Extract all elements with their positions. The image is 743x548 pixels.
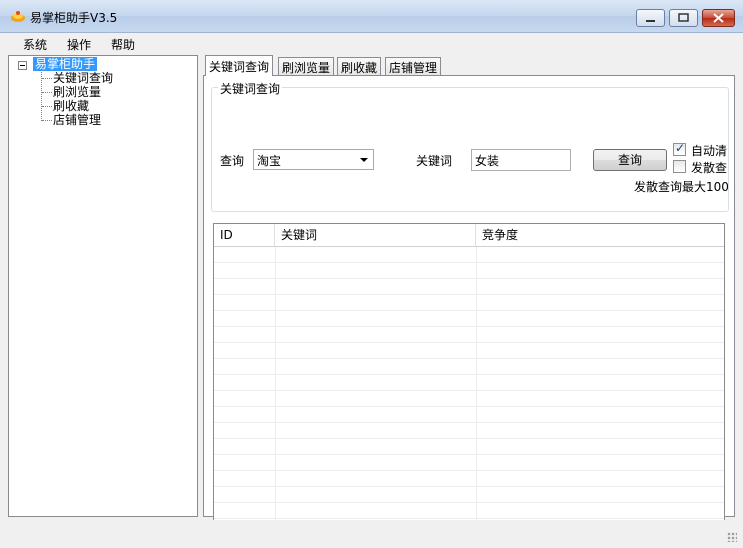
- tab-brush-favorites[interactable]: 刷收藏: [337, 57, 382, 75]
- column-header-competition[interactable]: 竞争度: [476, 224, 724, 246]
- keyword-input[interactable]: [471, 149, 571, 171]
- platform-select[interactable]: 淘宝: [253, 149, 374, 170]
- maximize-button[interactable]: [669, 9, 698, 27]
- grid-empty-rows: [214, 247, 724, 528]
- tree-connector: [42, 106, 52, 107]
- query-label: 查询: [220, 154, 245, 168]
- minimize-button[interactable]: [636, 9, 665, 27]
- group-title: 关键词查询: [218, 80, 283, 97]
- tab-content: 关键词查询 查询 淘宝 关键词 查询 ✓ 自动清 发散查 发散查询最大100 I…: [203, 75, 735, 529]
- menu-bar: 系统 操作 帮助: [0, 33, 743, 54]
- spread-query-checkbox[interactable]: [673, 160, 686, 173]
- tree-root-node[interactable]: 易掌柜助手: [33, 57, 98, 71]
- menu-operate[interactable]: 操作: [67, 36, 91, 53]
- dropdown-arrow-icon: [360, 158, 368, 162]
- resize-grip-icon[interactable]: [727, 532, 737, 542]
- column-header-keyword[interactable]: 关键词: [275, 224, 476, 246]
- close-button[interactable]: [702, 9, 735, 27]
- column-divider: [476, 247, 477, 528]
- nav-tree: 易掌柜助手 关键词查询 刷浏览量 刷收藏 店铺管理: [8, 55, 198, 517]
- tab-brush-views[interactable]: 刷浏览量: [278, 57, 335, 75]
- tree-item-shop-manage[interactable]: 店铺管理: [53, 113, 101, 127]
- column-header-id[interactable]: ID: [214, 224, 275, 246]
- spread-query-label: 发散查: [691, 161, 728, 175]
- tree-item-brush-favorites[interactable]: 刷收藏: [53, 99, 89, 113]
- menu-system[interactable]: 系统: [23, 36, 47, 53]
- app-window: 易掌柜助手V3.5 系统 操作 帮助 易掌柜助手 关键词查询 刷浏览量 刷收藏 …: [0, 0, 743, 548]
- app-logo-icon: [11, 11, 25, 22]
- tab-keyword-query[interactable]: 关键词查询: [205, 55, 274, 76]
- title-bar[interactable]: 易掌柜助手V3.5: [0, 0, 743, 33]
- auto-clear-checkbox[interactable]: ✓: [673, 141, 686, 156]
- minimize-icon: [646, 20, 655, 22]
- close-icon: [713, 13, 724, 23]
- tree-connector: [41, 72, 42, 121]
- tree-item-brush-views[interactable]: 刷浏览量: [53, 85, 101, 99]
- query-button[interactable]: 查询: [593, 149, 667, 171]
- spread-note: 发散查询最大100: [634, 180, 729, 194]
- column-divider: [275, 247, 276, 528]
- collapse-icon[interactable]: [18, 61, 27, 70]
- keyword-label: 关键词: [416, 154, 453, 168]
- results-grid[interactable]: ID 关键词 竞争度: [213, 223, 725, 529]
- tree-connector: [42, 120, 52, 121]
- tree-connector: [42, 78, 52, 79]
- menu-help[interactable]: 帮助: [111, 36, 135, 53]
- auto-clear-label: 自动清: [691, 144, 728, 158]
- tree-item-keyword-query[interactable]: 关键词查询: [53, 71, 113, 85]
- window-title: 易掌柜助手V3.5: [30, 11, 118, 25]
- tree-connector: [42, 92, 52, 93]
- checkmark-icon: ✓: [675, 141, 686, 155]
- grid-header: ID 关键词 竞争度: [214, 224, 724, 247]
- platform-select-value: 淘宝: [257, 154, 282, 168]
- tab-shop-manage[interactable]: 店铺管理: [385, 57, 442, 75]
- maximize-icon: [678, 13, 689, 22]
- status-bar: [0, 520, 743, 548]
- main-panel: 关键词查询 刷浏览量 刷收藏 店铺管理 关键词查询 查询 淘宝 关键词 查询 ✓…: [203, 55, 735, 529]
